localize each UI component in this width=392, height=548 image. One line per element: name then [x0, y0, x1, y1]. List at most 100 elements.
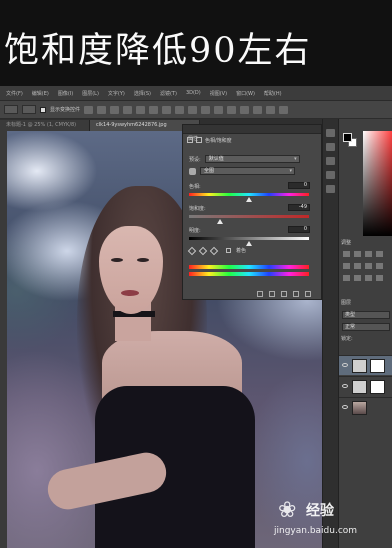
clip-to-layer-icon[interactable] — [257, 291, 263, 297]
align-center-icon[interactable] — [136, 105, 146, 114]
saturation-slider-thumb[interactable] — [216, 219, 223, 224]
menu-filter[interactable]: 滤镜(T) — [160, 90, 177, 97]
saturation-slider[interactable] — [189, 215, 309, 224]
distribute-bottom-icon[interactable] — [188, 105, 198, 114]
menu-edit[interactable]: 编辑(E) — [32, 90, 49, 97]
document-tab-1[interactable]: 未标题-1 @ 25% (1, CMYK/8) — [0, 120, 90, 131]
panel-icon-strip — [322, 119, 338, 548]
vibrance-icon[interactable] — [343, 263, 350, 269]
color-balance-icon[interactable] — [365, 263, 372, 269]
menu-image[interactable]: 图像(I) — [58, 90, 73, 97]
hue-slider[interactable] — [189, 193, 309, 202]
menu-3d[interactable]: 3D(D) — [186, 90, 201, 96]
paw-logo-icon: ❀ — [278, 498, 297, 523]
paragraph-icon[interactable] — [326, 171, 335, 179]
distribute-middle-icon[interactable] — [175, 105, 185, 114]
menu-type[interactable]: 文字(Y) — [108, 90, 125, 97]
hue-slider-thumb[interactable] — [246, 197, 252, 202]
video-caption-bar: 饱和度降低90左右 — [0, 0, 392, 86]
layer-mask-thumbnail[interactable] — [370, 380, 385, 394]
invert-icon[interactable] — [343, 275, 350, 281]
threshold-icon[interactable] — [365, 275, 372, 281]
character-icon[interactable] — [326, 185, 335, 193]
align-bottom-icon[interactable] — [110, 105, 120, 114]
foreground-color-swatch[interactable] — [343, 133, 352, 142]
eye-icon[interactable] — [342, 405, 348, 409]
align-top-icon[interactable] — [84, 105, 94, 114]
photo-lips — [121, 290, 139, 296]
properties-icon[interactable] — [326, 157, 335, 165]
menu-file[interactable]: 文件(F) — [6, 90, 23, 97]
properties-header: 色相/饱和度 — [183, 135, 321, 145]
eyedropper-add-icon[interactable] — [198, 246, 208, 255]
preset-label: 预设: — [189, 156, 201, 163]
menu-select[interactable]: 选择(S) — [134, 90, 151, 97]
3d-rotate-icon[interactable] — [266, 105, 276, 114]
gradient-map-icon[interactable] — [376, 275, 383, 281]
distribute-center-icon[interactable] — [214, 105, 224, 114]
visibility-icon[interactable] — [293, 291, 299, 297]
preset-select[interactable]: 默认值 ▾ — [204, 155, 300, 163]
saturation-value[interactable]: -49 — [288, 204, 310, 211]
layer-thumbnail — [352, 380, 367, 394]
align-middle-icon[interactable] — [97, 105, 107, 114]
preset-row: 预设: 默认值 ▾ — [189, 155, 300, 163]
hand-icon[interactable] — [189, 167, 196, 175]
menu-view[interactable]: 视图(V) — [210, 90, 227, 97]
menu-layer[interactable]: 图层(L) — [82, 90, 99, 97]
tab-adjustments[interactable]: 调整 — [341, 239, 351, 248]
lightness-slider[interactable] — [189, 237, 309, 246]
align-left-icon[interactable] — [123, 105, 133, 114]
3d-pan-icon[interactable] — [279, 105, 289, 114]
posterize-icon[interactable] — [354, 275, 361, 281]
auto-align-icon[interactable] — [240, 105, 250, 114]
layer-row-background[interactable] — [339, 397, 392, 417]
menu-help[interactable]: 帮助(H) — [264, 90, 282, 97]
color-picker-field[interactable] — [363, 131, 392, 236]
blend-mode-select[interactable]: 正常 — [342, 323, 390, 331]
menu-bar: 文件(F) 编辑(E) 图像(I) 图层(L) 文字(Y) 选择(S) 滤镜(T… — [0, 86, 392, 101]
distribute-top-icon[interactable] — [162, 105, 172, 114]
eyedropper-subtract-icon[interactable] — [209, 246, 219, 255]
curves-icon[interactable] — [365, 251, 372, 257]
distribute-left-icon[interactable] — [201, 105, 211, 114]
eye-icon[interactable] — [342, 384, 348, 388]
eye-icon[interactable] — [342, 363, 348, 367]
layer-row-hue-sat[interactable] — [339, 355, 392, 375]
layer-kind-filter[interactable]: 类型 — [342, 311, 390, 319]
layer-row-adjustment[interactable] — [339, 376, 392, 396]
tab-layers[interactable]: 图层 — [341, 299, 351, 308]
show-transform-checkbox[interactable] — [40, 106, 46, 113]
lightness-slider-thumb[interactable] — [246, 241, 252, 246]
actions-icon[interactable] — [326, 143, 335, 151]
3d-mode-icon[interactable] — [253, 105, 263, 114]
hue-value[interactable]: 0 — [288, 182, 310, 189]
levels-icon[interactable] — [354, 251, 361, 257]
bw-icon[interactable] — [376, 263, 383, 269]
brightness-icon[interactable] — [343, 251, 350, 257]
layer-mask-thumbnail[interactable] — [370, 359, 385, 373]
align-right-icon[interactable] — [149, 105, 159, 114]
move-tool-icon[interactable] — [4, 105, 18, 114]
lightness-value[interactable]: 0 — [288, 226, 310, 233]
exposure-icon[interactable] — [376, 251, 383, 257]
reset-icon[interactable] — [281, 291, 287, 297]
menu-window[interactable]: 窗口(W) — [236, 90, 255, 97]
view-previous-icon[interactable] — [269, 291, 275, 297]
channel-select[interactable]: 全图 ▾ — [200, 167, 295, 175]
mask-icon[interactable] — [196, 137, 202, 143]
hue-sat-icon[interactable] — [354, 263, 361, 269]
watermark-brand: 经验 — [306, 503, 334, 519]
eyedropper-icon[interactable] — [187, 246, 197, 255]
photo-left-eye — [111, 258, 123, 262]
preset-value: 默认值 — [208, 156, 224, 162]
history-icon[interactable] — [326, 129, 335, 137]
adjustment-icons-row-2 — [343, 263, 383, 269]
properties-panel: 属性 色相/饱和度 预设: 默认值 ▾ 全图 ▾ 色相: 0 饱和度: -49 … — [182, 124, 322, 300]
properties-footer — [183, 289, 321, 299]
tool-preset-picker[interactable] — [22, 105, 36, 114]
lock-label: 锁定: — [341, 336, 353, 342]
colorize-checkbox[interactable] — [226, 248, 231, 253]
distribute-right-icon[interactable] — [227, 105, 237, 114]
trash-icon[interactable] — [305, 291, 311, 297]
